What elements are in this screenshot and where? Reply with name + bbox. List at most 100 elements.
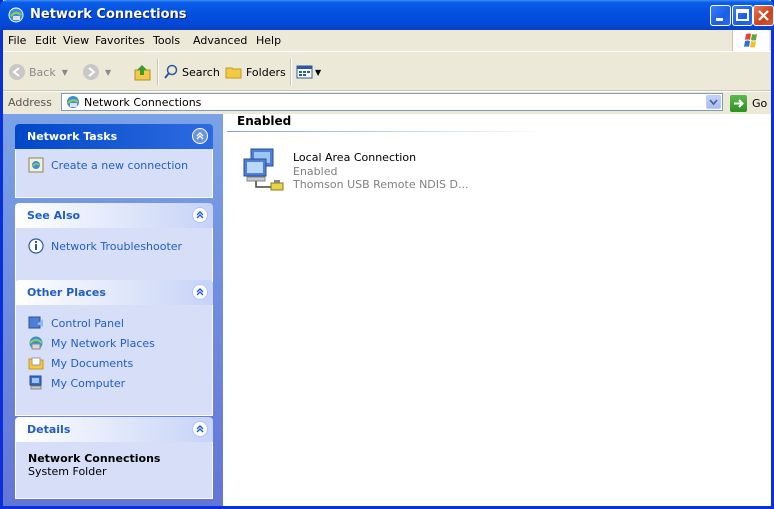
see-also-panel: See Also Network Troubleshooter — [15, 203, 213, 283]
details-type: System Folder — [28, 465, 107, 478]
task-create-new-connection[interactable]: Create a new connection — [28, 155, 212, 175]
network-tasks-title: Network Tasks — [27, 130, 118, 143]
address-label: Address — [8, 96, 52, 109]
forward-arrow-icon — [83, 64, 99, 80]
search-button[interactable]: Search — [163, 62, 220, 82]
place-my-computer[interactable]: My Computer — [28, 373, 212, 393]
menu-file[interactable]: File — [8, 34, 26, 47]
details-body: Network Connections System Folder — [15, 442, 213, 499]
place-my-network-places[interactable]: My Network Places — [28, 333, 212, 353]
go-label: Go — [752, 96, 768, 110]
up-folder-button[interactable] — [133, 62, 153, 82]
close-button[interactable] — [753, 5, 774, 26]
collapse-button[interactable] — [192, 128, 208, 144]
connection-device: Thomson USB Remote NDIS D... — [293, 178, 469, 191]
details-header[interactable]: Details — [15, 417, 213, 442]
place-control-panel[interactable]: Control Panel — [28, 313, 212, 333]
folders-label: Folders — [246, 65, 286, 79]
forward-dropdown-icon: ▼ — [105, 67, 112, 77]
search-icon — [164, 64, 178, 79]
other-places-body: Control Panel My Network Places My Docum… — [15, 305, 213, 416]
menu-bar: File Edit View Favorites Tools Advanced … — [3, 30, 771, 52]
chevron-down-icon — [709, 99, 718, 106]
connection-status: Enabled — [293, 165, 338, 178]
menu-advanced[interactable]: Advanced — [193, 34, 247, 47]
place-my-documents[interactable]: My Documents — [28, 353, 212, 373]
connection-name: Local Area Connection — [293, 151, 417, 164]
window-title: Network Connections — [30, 7, 187, 22]
menu-favorites[interactable]: Favorites — [95, 34, 145, 47]
folder-icon — [225, 67, 242, 79]
go-arrow-icon — [730, 94, 747, 112]
toolbar-separator — [157, 59, 159, 85]
task-pane: Network Tasks Create a new connection Se… — [3, 114, 223, 506]
chevron-up-double-icon — [196, 132, 204, 140]
place-label: Control Panel — [51, 316, 124, 330]
views-dropdown-icon: ▼ — [315, 67, 322, 77]
menu-help[interactable]: Help — [256, 34, 281, 47]
network-tasks-header[interactable]: Network Tasks — [15, 124, 213, 149]
content-area: Network Tasks Create a new connection Se… — [3, 114, 771, 506]
help-info-icon — [28, 238, 44, 254]
network-connections-icon — [8, 7, 24, 23]
place-label: My Documents — [51, 356, 134, 370]
see-also-body: Network Troubleshooter — [15, 228, 213, 283]
search-label: Search — [182, 65, 220, 79]
windows-flag-icon — [744, 33, 757, 48]
control-panel-icon — [28, 316, 43, 329]
back-arrow-icon — [9, 64, 25, 80]
folders-button[interactable]: Folders — [225, 62, 286, 82]
address-dropdown-button[interactable] — [706, 95, 721, 109]
chevron-up-double-icon — [196, 425, 204, 433]
collapse-button[interactable] — [192, 207, 208, 223]
back-dropdown-icon: ▼ — [61, 67, 68, 77]
windows-logo — [732, 30, 769, 51]
go-button[interactable]: Go — [730, 94, 767, 112]
collapse-button[interactable] — [192, 421, 208, 437]
chevron-up-double-icon — [196, 288, 204, 296]
back-button[interactable]: Back ▼ — [8, 62, 68, 82]
see-also-header[interactable]: See Also — [15, 203, 213, 228]
other-places-title: Other Places — [27, 286, 106, 299]
address-input[interactable]: Network Connections — [61, 93, 723, 111]
views-button[interactable]: ▼ — [296, 62, 321, 82]
explorer-window: Network Connections File Edit View Favor… — [0, 0, 774, 509]
collapse-button[interactable] — [192, 284, 208, 300]
group-header-enabled: Enabled — [237, 114, 292, 128]
other-places-panel: Other Places Control Panel My Network Pl… — [15, 280, 213, 416]
title-bar[interactable]: Network Connections — [0, 0, 774, 30]
minimize-button[interactable] — [710, 5, 731, 26]
network-connections-icon — [67, 96, 79, 108]
other-places-header[interactable]: Other Places — [15, 280, 213, 305]
back-label: Back — [29, 65, 56, 79]
menu-edit[interactable]: Edit — [35, 34, 56, 47]
network-tasks-body: Create a new connection — [15, 149, 213, 198]
connection-item[interactable]: Local Area Connection Enabled Thomson US… — [241, 145, 541, 201]
place-label: My Computer — [51, 376, 126, 390]
menu-tools[interactable]: Tools — [153, 34, 180, 47]
minimize-icon — [716, 18, 723, 21]
task-label: Create a new connection — [51, 158, 189, 172]
toolbar-separator — [290, 59, 292, 85]
up-folder-icon — [134, 65, 151, 81]
menu-view[interactable]: View — [63, 34, 89, 47]
address-value: Network Connections — [84, 96, 202, 109]
toolbar: Back ▼ ▼ Search Folders ▼ — [3, 52, 771, 91]
place-label: My Network Places — [51, 336, 155, 350]
lan-connection-icon — [243, 148, 284, 191]
details-name: Network Connections — [28, 452, 161, 465]
maximize-button[interactable] — [732, 5, 753, 26]
forward-button[interactable]: ▼ — [82, 62, 111, 82]
task-network-troubleshooter[interactable]: Network Troubleshooter — [28, 236, 212, 256]
close-icon — [758, 10, 769, 21]
documents-folder-icon — [28, 357, 44, 370]
details-title: Details — [27, 423, 71, 436]
new-connection-icon — [28, 157, 44, 173]
address-bar: Address Network Connections Go — [3, 91, 771, 115]
network-places-icon — [29, 336, 43, 350]
computer-icon — [29, 375, 42, 390]
chevron-up-double-icon — [196, 211, 204, 219]
network-tasks-panel: Network Tasks Create a new connection — [15, 124, 213, 198]
group-divider — [227, 131, 547, 132]
views-icon — [296, 65, 313, 79]
